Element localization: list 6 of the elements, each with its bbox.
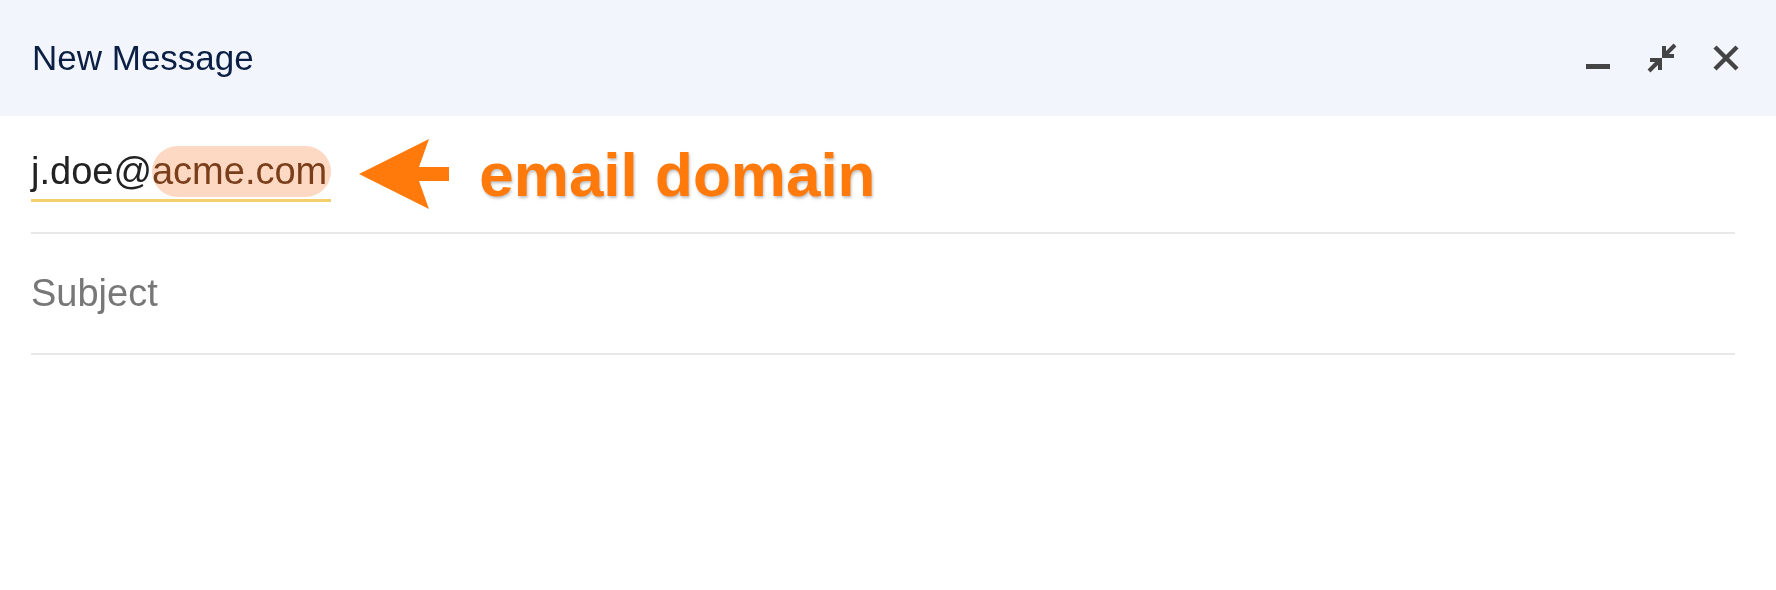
window-title: New Message xyxy=(32,38,255,78)
recipient-field[interactable]: j.doe@acme.com xyxy=(31,146,332,202)
subject-field[interactable]: Subject xyxy=(31,272,1735,315)
arrow-icon xyxy=(359,139,450,209)
annotation-label: email domain xyxy=(479,138,876,210)
domain-highlight: acme.com xyxy=(152,146,332,197)
